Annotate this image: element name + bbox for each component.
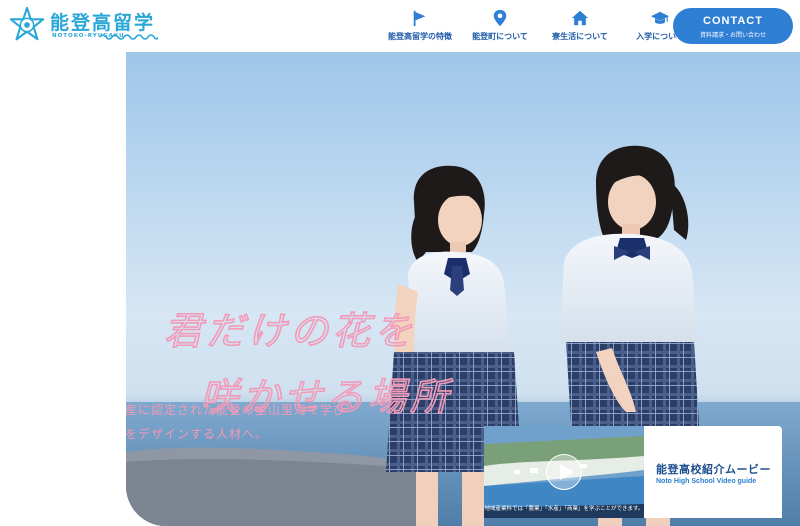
video-card[interactable]: 地域産業科では「農業」「水産」「商業」を学ぶことができます。 能登高校紹介ムービ…: [484, 426, 782, 518]
nav-item-label: 寮生活について: [552, 32, 608, 41]
play-icon[interactable]: [546, 454, 582, 490]
star-flower-logo-icon: [9, 6, 45, 41]
contact-button[interactable]: CONTACT 資料請求・お問い合わせ: [673, 8, 793, 44]
site-header: 能登高留学 NOTOKO-RYUGAKU 能登高留学の特徴 能登町について 寮生…: [0, 0, 800, 52]
contact-label: CONTACT: [703, 15, 763, 27]
flag-icon: [413, 10, 426, 27]
nav-item-features[interactable]: 能登高留学の特徴: [380, 0, 460, 52]
catchphrase-line1: 君だけの花を: [164, 309, 416, 353]
tagline-line2: 自分の未来をデザインする人材へ。: [126, 427, 269, 441]
graduation-cap-icon: [651, 11, 669, 24]
contact-sublabel: 資料請求・お問い合わせ: [699, 32, 766, 39]
nav-item-dormitory[interactable]: 寮生活について: [540, 0, 620, 52]
nav-item-label: 能登町について: [472, 32, 528, 41]
tagline-line1: 世界農業遺産に認定された能登の里山里海で学び: [126, 403, 347, 417]
video-subtitle: Noto High School Video guide: [656, 478, 757, 485]
map-pin-icon: [493, 9, 507, 27]
video-caption: 地域産業科では「農業」「水産」「商業」を学ぶことができます。: [484, 506, 644, 512]
video-thumbnail[interactable]: 地域産業科では「農業」「水産」「商業」を学ぶことができます。: [484, 426, 644, 518]
nav-item-town[interactable]: 能登町について: [460, 0, 540, 52]
hero-tagline: 世界農業遺産に認定された能登の里山里海で学び 自分の未来をデザインする人材へ。: [126, 398, 346, 446]
logo-title: 能登高留学: [50, 12, 156, 34]
video-title: 能登高校紹介ムービー: [656, 463, 771, 476]
main-nav: 能登高留学の特徴 能登町について 寮生活について 入学について: [380, 0, 700, 52]
site-logo[interactable]: 能登高留学 NOTOKO-RYUGAKU: [8, 6, 158, 46]
wave-decoration-icon: [100, 34, 158, 40]
nav-item-label: 能登高留学の特徴: [388, 32, 452, 41]
house-icon: [571, 10, 589, 26]
